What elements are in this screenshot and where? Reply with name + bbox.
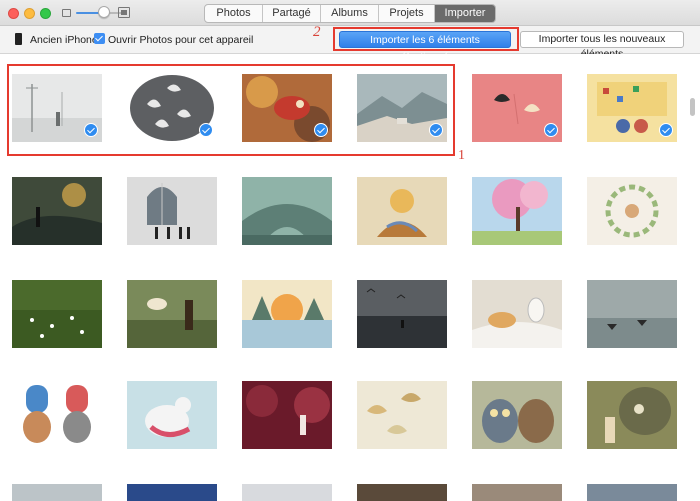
photo-thumbnail[interactable] — [12, 381, 102, 449]
step-2-annotation: 2 — [313, 24, 321, 40]
photo-thumbnail[interactable] — [12, 484, 102, 501]
photo-thumbnail[interactable] — [357, 280, 447, 348]
selected-check-icon[interactable] — [544, 123, 558, 137]
selection-highlight — [7, 64, 455, 156]
photo-thumbnail[interactable] — [472, 177, 562, 245]
photo-thumbnail[interactable] — [587, 280, 677, 348]
tab-projets[interactable]: Projets — [379, 5, 435, 22]
photo-thumbnail[interactable] — [127, 381, 217, 449]
import-all-button[interactable]: Importer tous les nouveaux éléments — [520, 31, 684, 60]
photo-thumbnail[interactable] — [242, 177, 332, 245]
tab-importer[interactable]: Importer — [435, 5, 495, 22]
photo-thumbnail[interactable] — [242, 280, 332, 348]
photo-thumbnail[interactable] — [12, 177, 102, 245]
photo-thumbnail[interactable] — [357, 484, 447, 501]
step-1-annotation: 1 — [458, 148, 465, 163]
open-photos-label[interactable]: Ouvrir Photos pour cet appareil — [108, 34, 253, 46]
main-tabs: Photos Partagé Albums Projets Importer — [204, 4, 496, 23]
photo-thumbnail[interactable] — [12, 280, 102, 348]
window-toolbar: Photos Partagé Albums Projets Importer — [0, 0, 700, 26]
vertical-scrollbar[interactable] — [690, 98, 695, 116]
device-name: Ancien iPhone — [30, 34, 98, 46]
photo-thumbnail[interactable] — [242, 381, 332, 449]
iphone-icon — [15, 33, 22, 45]
photo-thumbnail[interactable] — [127, 177, 217, 245]
small-thumbnail-icon — [62, 9, 71, 17]
selected-check-icon[interactable] — [659, 123, 673, 137]
photo-thumbnail[interactable] — [127, 280, 217, 348]
photo-thumbnail[interactable] — [472, 381, 562, 449]
tab-albums[interactable]: Albums — [321, 5, 379, 22]
tab-photos[interactable]: Photos — [205, 5, 263, 22]
large-thumbnail-icon — [118, 7, 130, 18]
photo-thumbnail[interactable] — [242, 484, 332, 501]
photo-thumbnail[interactable] — [472, 484, 562, 501]
zoom-window-button[interactable] — [40, 8, 51, 19]
photo-thumbnail[interactable] — [357, 177, 447, 245]
photo-thumbnail[interactable] — [472, 280, 562, 348]
photo-thumbnail[interactable] — [357, 381, 447, 449]
open-photos-checkbox[interactable] — [94, 33, 105, 44]
photo-thumbnail[interactable] — [587, 484, 677, 501]
photo-thumbnail[interactable] — [127, 484, 217, 501]
close-window-button[interactable] — [8, 8, 19, 19]
photo-thumbnail[interactable] — [587, 177, 677, 245]
thumbnail-size-slider-knob[interactable] — [98, 6, 110, 18]
photo-thumbnail[interactable] — [587, 381, 677, 449]
tab-partage[interactable]: Partagé — [263, 5, 321, 22]
import-selected-button[interactable]: Importer les 6 éléments sélectionnés — [339, 31, 511, 63]
minimize-window-button[interactable] — [24, 8, 35, 19]
